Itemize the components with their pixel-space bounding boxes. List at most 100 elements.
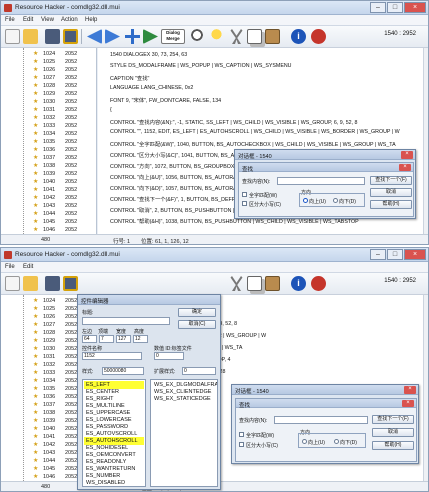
tree-item[interactable]: ★ 1038 2052 [1,162,96,170]
open-icon[interactable] [23,29,38,44]
find-next-button[interactable]: 查找下一个(F) [372,415,414,424]
style-item[interactable]: WS_DISABLED [84,479,144,486]
x-field[interactable]: 64 [82,335,97,343]
help-button[interactable]: 帮助(H) [372,441,414,450]
vertical-scrollbar[interactable] [423,48,428,234]
info-icon[interactable]: i [291,276,306,291]
tree-item[interactable]: ★ 1033 2052 [1,122,96,130]
forward-icon[interactable] [105,29,120,44]
find-input[interactable] [274,416,368,424]
new-icon[interactable] [5,29,20,44]
cancel-button[interactable]: 取消 [372,428,414,437]
up-radio[interactable] [303,198,308,203]
tree-item[interactable]: ★ 1045 2052 [1,218,96,226]
height-field[interactable]: 12 [133,335,148,343]
up-radio[interactable] [302,439,307,444]
down-radio[interactable] [333,198,338,203]
tree-item[interactable]: ★ 1029 2052 [1,90,96,98]
open-icon[interactable] [23,276,38,291]
match-case-checkbox[interactable] [239,442,244,447]
tree-item[interactable]: ★ 1042 2052 [1,194,96,202]
copy-icon[interactable] [247,276,262,291]
save-icon[interactable] [45,29,60,44]
close-icon[interactable]: × [401,151,413,159]
dialog-preview[interactable]: 对话框 - 1540 × 查找 × 查找内容(N): 查找下一个(F) 取消 帮助(… [234,149,416,219]
compile-icon[interactable] [143,29,158,44]
save-icon[interactable] [45,276,60,291]
style-field[interactable]: 50000080 [102,367,144,375]
match-case-checkbox[interactable] [242,201,247,206]
copy-icon[interactable] [247,29,262,44]
find-icon[interactable] [191,29,206,44]
menu-edit[interactable]: Edit [23,264,33,270]
tree-item[interactable]: ★ 1024 2052 [1,50,96,58]
back-icon[interactable] [87,29,102,44]
tree-item[interactable]: ★ 1043 2052 [1,202,96,210]
paste-icon[interactable] [265,29,280,44]
cancel-button[interactable]: 取消 [370,188,412,197]
close-icon[interactable]: × [399,164,411,171]
menu-action[interactable]: Action [61,17,78,23]
tree-item[interactable]: ★ 1032 2052 [1,114,96,122]
tree-item[interactable]: ★ 1046 2052 [1,226,96,234]
menu-edit[interactable]: Edit [23,17,33,23]
minimize-button[interactable]: – [370,249,386,260]
tree-item[interactable]: ★ 1034 2052 [1,130,96,138]
tree-item[interactable]: ★ 1044 2052 [1,210,96,218]
paste-icon[interactable] [265,276,280,291]
find-next-button[interactable]: 查找下一个(F) [370,176,412,185]
tree-item[interactable]: ★ 1028 2052 [1,82,96,90]
exit-icon[interactable] [311,29,326,44]
minimize-button[interactable]: – [370,2,386,13]
tree-item[interactable]: ★ 1031 2052 [1,106,96,114]
control-editor-dialog[interactable]: 控件编辑器 标题: 确定 取消(C) 左边 顶端 宽度 高度 64 7 127 … [77,294,221,490]
info-icon[interactable]: i [291,29,306,44]
hint-icon[interactable] [209,29,224,44]
exstyle-field[interactable]: 0 [182,367,216,375]
down-radio[interactable] [334,439,339,444]
tree-item[interactable]: ★ 1025 2052 [1,58,96,66]
menu-file[interactable]: File [5,264,15,270]
match-whole-checkbox[interactable] [239,432,244,437]
ok-button[interactable]: 确定 [178,308,216,317]
save-as-icon[interactable] [63,276,78,291]
menu-help[interactable]: Help [85,17,97,23]
vertical-scrollbar[interactable] [423,295,428,481]
menu-file[interactable]: File [5,17,15,23]
exstyle-list[interactable]: WS_EX_DLGMODALFRAMEWS_EX_CLIENTEDGEWS_EX… [150,379,218,487]
help-button[interactable]: 帮助(H) [370,200,412,209]
tree-item[interactable]: ★ 1027 2052 [1,74,96,82]
tree-item[interactable]: ★ 1035 2052 [1,138,96,146]
cut-icon[interactable] [230,276,243,291]
style-item[interactable]: WS_EX_STATICEDGE [152,395,216,403]
tree-item[interactable]: ★ 1040 2052 [1,178,96,186]
close-button[interactable]: × [404,249,426,260]
add-icon[interactable] [125,29,140,44]
tree-item[interactable]: ★ 1037 2052 [1,154,96,162]
menu-view[interactable]: View [41,17,54,23]
cut-icon[interactable] [230,29,243,44]
caption-input[interactable] [82,317,170,325]
cancel-button[interactable]: 取消(C) [178,320,216,329]
style-list[interactable]: ES_LEFT ES_CENTER ES_RIGHT ES_MULTILINE ES_U… [82,379,146,487]
tree-item[interactable]: ★ 1036 2052 [1,146,96,154]
save-as-icon[interactable] [63,29,78,44]
tree-item[interactable]: ★ 1026 2052 [1,66,96,74]
close-icon[interactable]: × [402,400,414,407]
tree-item[interactable]: ★ 1041 2052 [1,186,96,194]
y-field[interactable]: 7 [99,335,114,343]
id-field[interactable]: 1152 [82,352,142,360]
maximize-button[interactable]: □ [387,249,403,260]
dialog-merge-icon[interactable]: Dialog Merge [161,29,185,44]
dialog-preview[interactable]: 对话框 - 1540 × 查找 × 查找内容(N): 查找下一个(F) 取消 帮助(… [231,384,419,464]
find-input[interactable] [277,177,365,185]
new-icon[interactable] [5,276,20,291]
width-field[interactable]: 127 [116,335,131,343]
close-button[interactable]: × [404,2,426,13]
close-icon[interactable]: × [404,386,416,394]
maximize-button[interactable]: □ [387,2,403,13]
exit-icon[interactable] [311,276,326,291]
tree-item[interactable]: ★ 1039 2052 [1,170,96,178]
id-num-field[interactable]: 0 [154,352,184,360]
match-whole-checkbox[interactable] [242,192,247,197]
